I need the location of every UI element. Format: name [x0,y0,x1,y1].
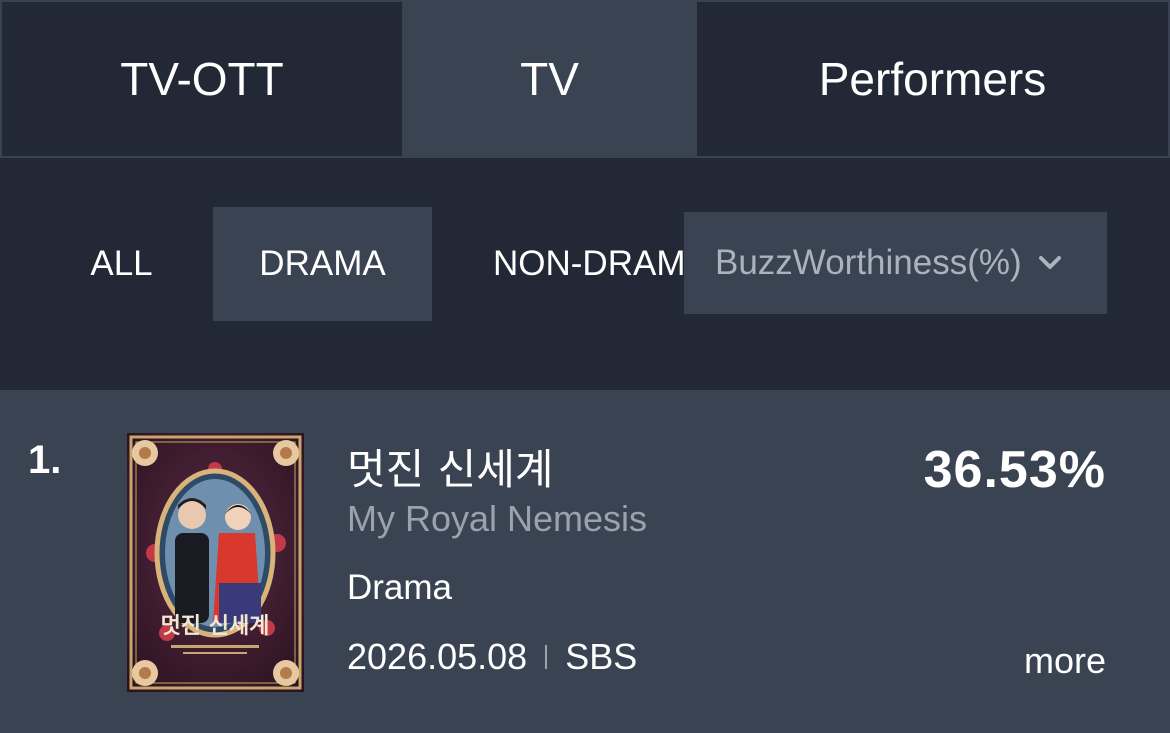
chevron-down-icon [1036,249,1064,277]
buzz-score: 36.53% [923,441,1106,499]
genre-label: Drama [347,568,453,607]
more-link[interactable]: more [1024,640,1106,682]
title-english: My Royal Nemesis [347,498,648,539]
filter-non-drama[interactable]: NON-DRAM [462,207,687,321]
title-korean: 멋진 신세계 [347,445,554,494]
ranking-list-item[interactable]: 1. 멋진 신세계 멋진 신세계 My Royal Nemesis Drama … [0,390,1170,733]
filter-all[interactable]: ALL [60,207,183,321]
tab-tv[interactable]: TV [402,0,697,158]
tab-tv-ott[interactable]: TV-OTT [0,0,402,158]
air-date: 2026.05.08 [347,636,528,677]
filter-bar: ALL DRAMA NON-DRAM BuzzWorthiness(%) [0,158,1170,390]
poster-image[interactable]: 멋진 신세계 [127,433,304,692]
rank-number: 1. [28,438,62,482]
channel-name: SBS [565,636,638,677]
poster-title-text: 멋진 신세계 [161,614,270,639]
sort-dropdown[interactable]: BuzzWorthiness(%) [684,212,1107,314]
tab-performers[interactable]: Performers [697,0,1170,158]
filter-drama[interactable]: DRAMA [213,207,432,321]
meta-info: 2026.05.08 SBS [347,636,637,678]
separator [545,645,548,669]
top-tab-bar: TV-OTT TV Performers [0,0,1170,158]
sort-selected-value: BuzzWorthiness(%) [715,243,1022,282]
